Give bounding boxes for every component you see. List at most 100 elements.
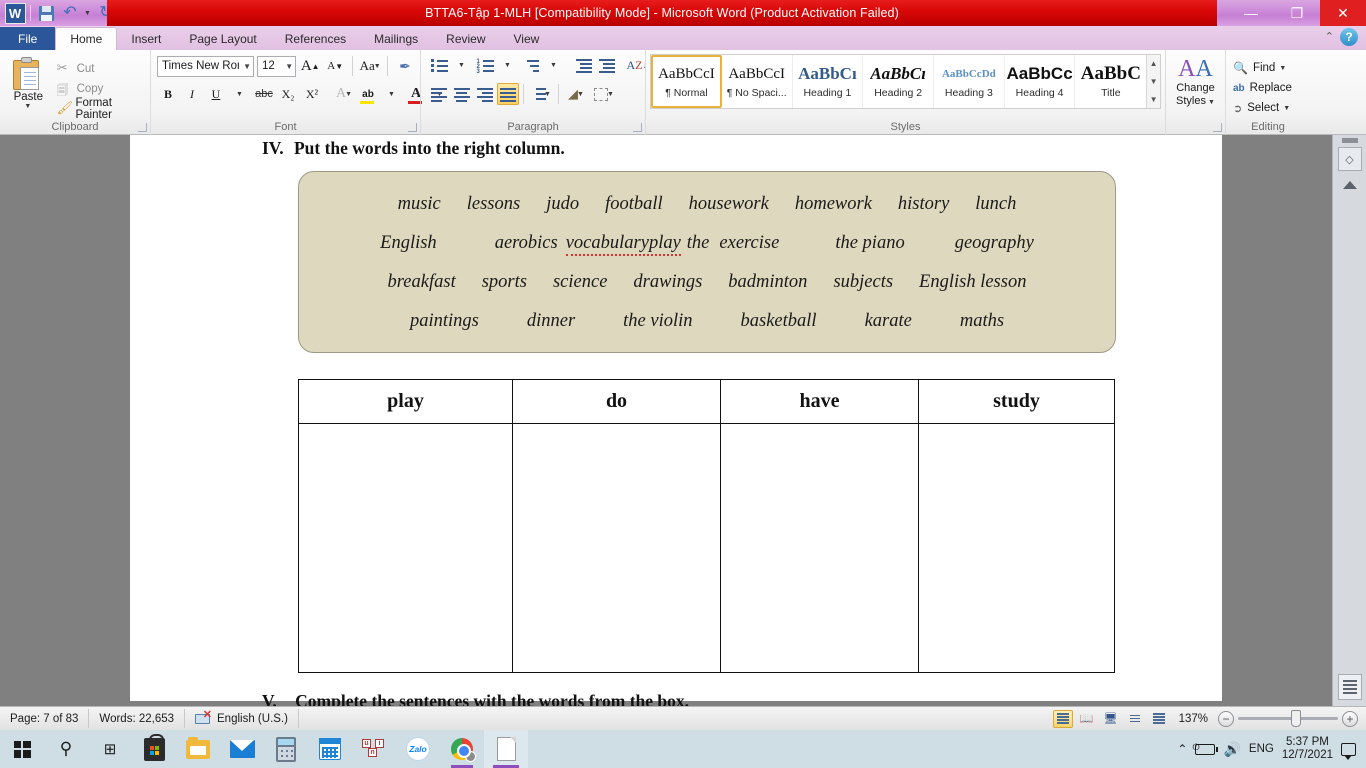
collapse-ribbon-button[interactable]: ⌃ <box>1325 30 1334 43</box>
view-draft[interactable] <box>1149 710 1169 728</box>
numbering-dropdown[interactable]: ▼ <box>497 54 519 76</box>
zoom-slider[interactable] <box>1238 710 1338 727</box>
status-page[interactable]: Page: 7 of 83 <box>0 709 90 728</box>
subscript-button[interactable]: X₂ <box>277 83 299 105</box>
tab-insert[interactable]: Insert <box>117 28 175 50</box>
style-normal[interactable]: AaBbCcI ¶ Normal <box>651 55 722 108</box>
clear-formatting-button[interactable]: ✒ <box>394 55 416 77</box>
font-size-combobox[interactable]: 12 ▼ <box>257 55 297 77</box>
table-cell-do[interactable] <box>512 423 721 673</box>
align-left-button[interactable] <box>428 83 450 105</box>
superscript-button[interactable]: X² <box>301 83 323 105</box>
tab-view[interactable]: View <box>500 28 554 50</box>
vertical-scrollbar-column[interactable]: ◇ <box>1332 135 1366 706</box>
change-styles-label-line2[interactable]: Styles ▼ <box>1176 95 1215 109</box>
font-name-combobox[interactable]: Times New Rom ▼ <box>157 55 254 77</box>
paragraph-dialog-launcher[interactable] <box>633 123 642 132</box>
select-button[interactable]: ➲ Select ▼ <box>1230 98 1306 118</box>
tab-file[interactable]: File <box>0 27 56 50</box>
view-outline[interactable] <box>1125 710 1145 728</box>
taskbar-zalo[interactable]: Zalo <box>396 730 440 768</box>
styles-dialog-launcher[interactable] <box>1213 123 1222 132</box>
volume-icon[interactable]: 🔊 <box>1223 741 1240 758</box>
change-case-button[interactable]: Aa ▼ <box>359 55 381 77</box>
taskbar-microsoft-word[interactable] <box>484 730 528 768</box>
text-highlight-button[interactable]: ab <box>357 83 379 105</box>
previous-page-icon[interactable] <box>1342 181 1357 189</box>
grow-font-button[interactable]: A ▲ <box>299 55 321 77</box>
style-heading-2[interactable]: AaBbCı Heading 2 <box>863 55 934 108</box>
change-styles-label-line1[interactable]: Change <box>1176 82 1215 95</box>
tab-references[interactable]: References <box>271 28 360 50</box>
taskbar-file-explorer[interactable] <box>176 730 220 768</box>
style-title[interactable]: AaBbC Title <box>1075 55 1146 108</box>
taskbar-mail[interactable] <box>220 730 264 768</box>
more-styles-icon[interactable]: ▼ <box>1147 91 1160 108</box>
zoom-out-button[interactable]: − <box>1218 710 1234 727</box>
taskbar-calculator[interactable] <box>264 730 308 768</box>
table-cell-play[interactable] <box>298 423 513 673</box>
battery-icon[interactable]: ⏻ <box>1192 742 1219 755</box>
undo-dropdown[interactable]: ▼ <box>83 2 93 24</box>
view-full-screen-reading[interactable]: 📖 <box>1077 710 1097 728</box>
action-center-button[interactable] <box>1341 742 1356 760</box>
strikethrough-button[interactable]: abc <box>253 83 275 105</box>
taskbar-calendar[interactable] <box>308 730 352 768</box>
close-button[interactable]: ✕ <box>1320 0 1366 26</box>
numbering-button[interactable]: 123 <box>474 54 496 76</box>
table-cell-have[interactable] <box>720 423 919 673</box>
undo-button[interactable]: ↶ <box>59 2 81 24</box>
style-no-spacing[interactable]: AaBbCcI ¶ No Spaci... <box>722 55 793 108</box>
taskbar-microsoft-store[interactable] <box>132 730 176 768</box>
view-web-layout[interactable]: 🖥 <box>1101 710 1121 728</box>
copy-button[interactable]: Copy <box>53 79 146 102</box>
decrease-indent-button[interactable] <box>573 54 595 76</box>
shrink-font-button[interactable]: A ▼ <box>324 55 346 77</box>
find-button[interactable]: 🔍 Find ▼ <box>1230 58 1306 78</box>
categorization-table[interactable]: play do have study <box>298 378 1115 673</box>
document-page[interactable]: IV. Put the words into the right column.… <box>130 135 1222 706</box>
minimize-button[interactable]: — <box>1228 0 1274 26</box>
style-heading-3[interactable]: AaBbCcDd Heading 3 <box>934 55 1005 108</box>
clipboard-dialog-launcher[interactable] <box>138 123 147 132</box>
shading-button[interactable]: ◢ ▼ <box>563 83 589 105</box>
taskbar-unikey[interactable]: uin <box>352 730 396 768</box>
status-language[interactable]: ✕ English (U.S.) <box>185 709 299 728</box>
cut-button[interactable]: Cut <box>53 59 146 79</box>
zoom-slider-thumb[interactable] <box>1291 710 1301 727</box>
paste-chevron-down-icon[interactable]: ▼ <box>24 103 31 110</box>
style-heading-1[interactable]: AaBbCı Heading 1 <box>793 55 864 108</box>
tab-review[interactable]: Review <box>432 28 499 50</box>
scroll-up-icon[interactable]: ▲ <box>1147 55 1160 72</box>
multilevel-list-button[interactable] <box>520 54 542 76</box>
align-center-button[interactable] <box>451 83 473 105</box>
search-button[interactable]: ⚲ <box>44 730 88 768</box>
increase-indent-button[interactable] <box>596 54 618 76</box>
replace-button[interactable]: ab Replace <box>1230 78 1306 98</box>
line-spacing-button[interactable]: ▼ <box>528 83 554 105</box>
paste-button[interactable]: Paste ▼ <box>4 53 53 119</box>
styles-gallery-scroll[interactable]: ▲ ▼ ▼ <box>1146 55 1160 108</box>
zoom-in-button[interactable]: + <box>1342 710 1358 727</box>
bold-button[interactable]: B <box>157 83 179 105</box>
view-print-layout[interactable] <box>1052 709 1073 728</box>
format-painter-button[interactable]: Format Painter <box>53 97 146 121</box>
bullets-dropdown[interactable]: ▼ <box>451 54 473 76</box>
scroll-down-icon[interactable]: ▼ <box>1147 73 1160 90</box>
show-hidden-icons-button[interactable]: ⌃ <box>1177 742 1187 756</box>
restore-button[interactable]: ❐ <box>1274 0 1320 26</box>
taskbar-chrome[interactable] <box>440 730 484 768</box>
language-indicator[interactable]: ENG <box>1249 743 1274 755</box>
page-thumbnail-button[interactable] <box>1338 674 1362 700</box>
underline-button[interactable]: U <box>205 83 227 105</box>
text-effects-button[interactable]: A ▼ <box>333 83 355 105</box>
select-browse-object-button[interactable]: ◇ <box>1337 147 1362 171</box>
highlight-dropdown[interactable]: ▼ <box>381 83 403 105</box>
table-cell-study[interactable] <box>918 423 1115 673</box>
tab-home[interactable]: Home <box>55 27 118 50</box>
justify-button[interactable] <box>497 83 519 105</box>
save-button[interactable] <box>35 2 57 24</box>
status-word-count[interactable]: Words: 22,653 <box>89 709 186 728</box>
zoom-level-label[interactable]: 137% <box>1173 713 1214 725</box>
task-view-button[interactable]: ⊞ <box>88 730 132 768</box>
